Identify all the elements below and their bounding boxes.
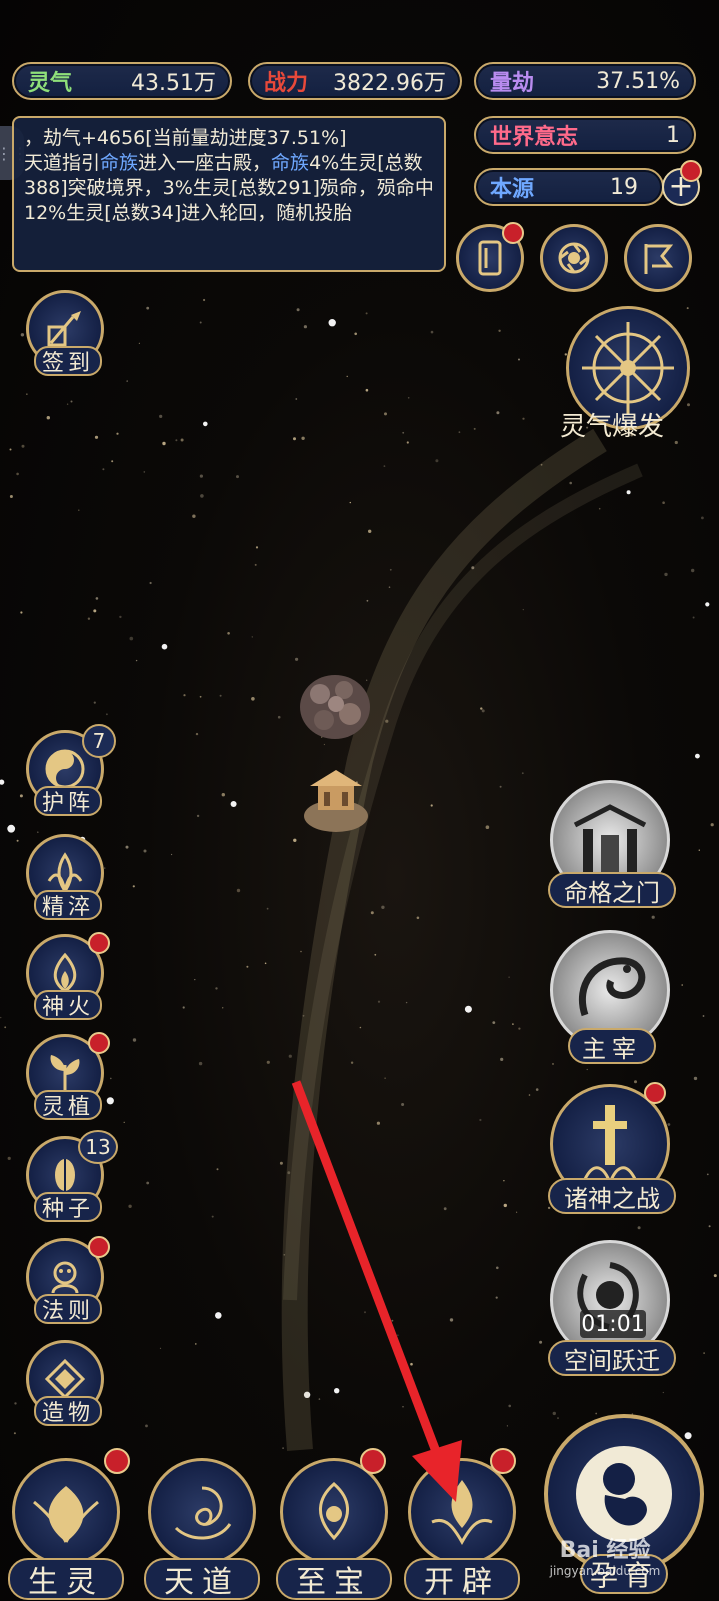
red-arrow-annotation [291,1080,462,1502]
